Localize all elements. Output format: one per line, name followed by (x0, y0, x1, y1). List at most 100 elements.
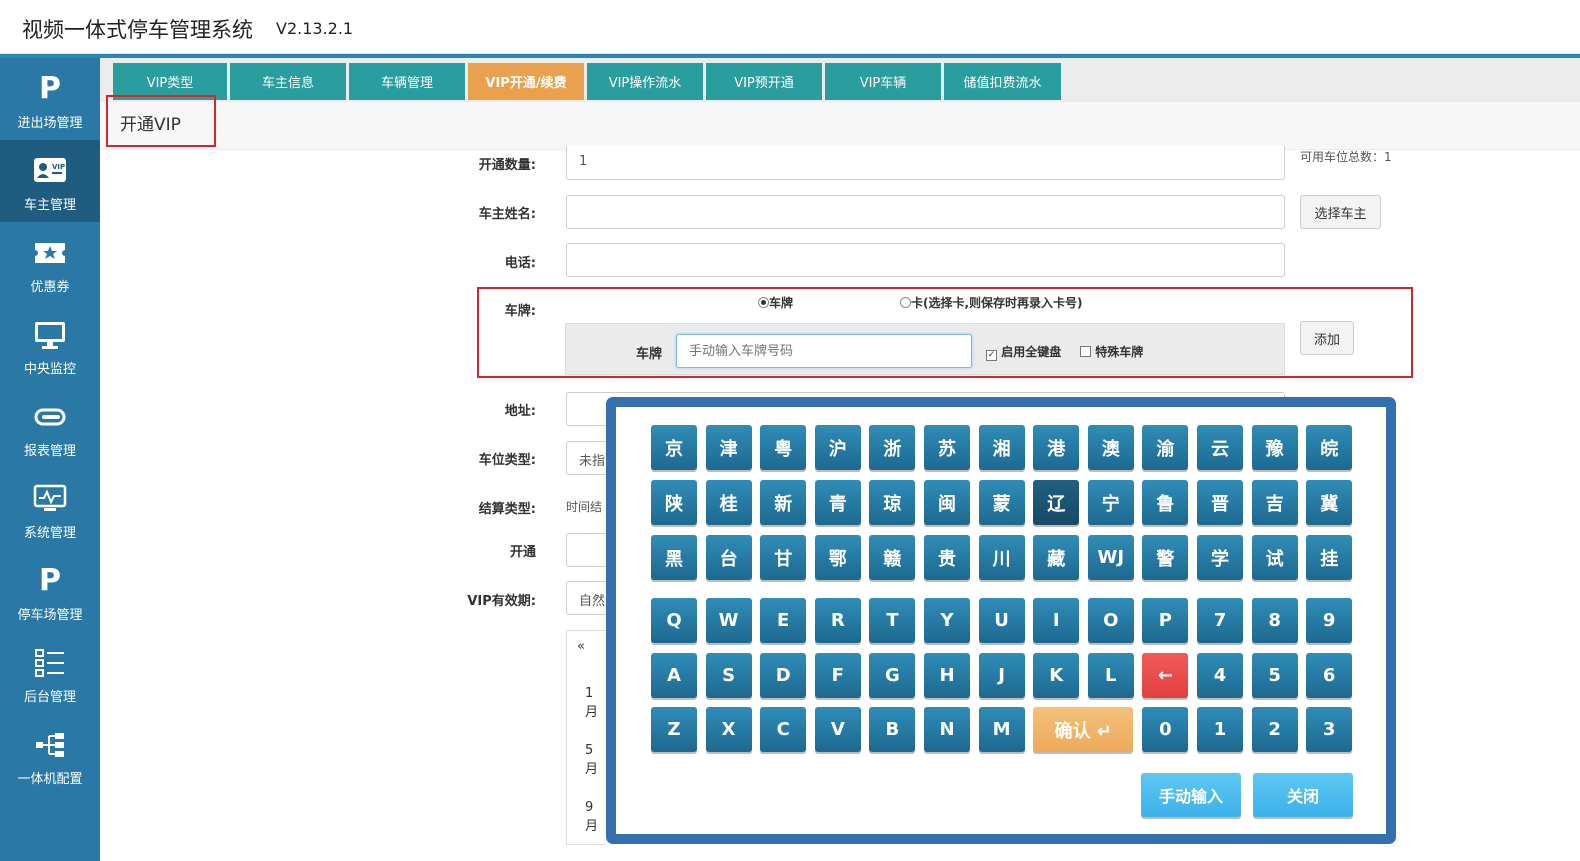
province-key[interactable]: 挂 (1306, 535, 1353, 580)
letter-key[interactable]: W (705, 598, 752, 643)
manual-input-button[interactable]: 手动输入 (1141, 773, 1241, 817)
province-key[interactable]: 试 (1251, 535, 1298, 580)
province-key[interactable]: 甘 (760, 535, 807, 580)
province-key[interactable]: 澳 (1087, 425, 1134, 470)
province-key[interactable]: 贵 (924, 535, 970, 580)
sidebar-item-backend[interactable]: 后台管理 (0, 632, 100, 714)
sidebar-item-parking-lot[interactable]: P 停车场管理 (0, 550, 100, 632)
calendar-month[interactable]: 9月 (585, 800, 606, 834)
province-key[interactable]: 皖 (1306, 425, 1353, 470)
number-key[interactable]: 3 (1306, 707, 1353, 752)
letter-key[interactable]: X (705, 707, 752, 752)
province-key[interactable]: 辽 (1033, 480, 1080, 525)
province-key[interactable]: 豫 (1251, 425, 1298, 470)
add-plate-button[interactable]: 添加 (1300, 321, 1354, 355)
tab-vehicle-management[interactable]: 车辆管理 (349, 63, 465, 100)
letter-key[interactable]: 8 (1251, 598, 1298, 643)
owner-name-input[interactable] (566, 195, 1285, 229)
sidebar-item-device-config[interactable]: 一体机配置 (0, 714, 100, 796)
special-plate-checkbox[interactable]: 特殊车牌 (1080, 343, 1143, 360)
backspace-key[interactable]: ← (1142, 653, 1189, 698)
calendar-prev-button[interactable]: « (577, 639, 585, 654)
sidebar-item-monitor[interactable]: 中央监控 (0, 304, 100, 386)
province-key[interactable]: 青 (814, 480, 861, 525)
quantity-input[interactable]: 1 (566, 146, 1285, 180)
province-key[interactable]: 云 (1197, 425, 1243, 470)
number-key[interactable]: 1 (1197, 707, 1243, 752)
letter-key[interactable]: M (978, 707, 1025, 752)
full-keyboard-checkbox[interactable]: ✓ 启用全键盘 (986, 343, 1061, 361)
choose-owner-button[interactable]: 选择车主 (1300, 195, 1381, 229)
sidebar-item-report[interactable]: 报表管理 (0, 386, 100, 468)
province-key[interactable]: 港 (1033, 425, 1080, 470)
province-key[interactable]: 苏 (924, 425, 970, 470)
letter-key[interactable]: H (924, 653, 970, 698)
province-key[interactable]: 闽 (924, 480, 970, 525)
letter-key[interactable]: J (978, 653, 1025, 698)
province-key[interactable]: 鲁 (1142, 480, 1189, 525)
letter-key[interactable]: V (814, 707, 861, 752)
tab-vip-vehicles[interactable]: VIP车辆 (825, 63, 941, 100)
letter-key[interactable]: O (1087, 598, 1134, 643)
letter-key[interactable]: E (760, 598, 807, 643)
letter-key[interactable]: F (814, 653, 861, 698)
close-keyboard-button[interactable]: 关闭 (1253, 773, 1353, 817)
province-key[interactable]: 黑 (651, 535, 697, 580)
card-radio-option[interactable]: 卡(选择卡,则保存时再录入卡号) (900, 294, 1083, 311)
sidebar-item-entry-exit[interactable]: P 进出场管理 (0, 58, 100, 140)
province-key[interactable]: 渝 (1142, 425, 1189, 470)
plate-radio-option[interactable]: 车牌 (758, 294, 793, 311)
letter-key[interactable]: D (760, 653, 807, 698)
province-key[interactable]: 湘 (978, 425, 1025, 470)
province-key[interactable]: WJ (1087, 535, 1134, 580)
province-key[interactable]: 津 (705, 425, 752, 470)
province-key[interactable]: 桂 (705, 480, 752, 525)
province-key[interactable]: 新 (760, 480, 807, 525)
province-key[interactable]: 台 (705, 535, 752, 580)
province-key[interactable]: 宁 (1087, 480, 1134, 525)
province-key[interactable]: 沪 (814, 425, 861, 470)
letter-key[interactable]: T (869, 598, 916, 643)
letter-key[interactable]: N (924, 707, 970, 752)
province-key[interactable]: 鄂 (814, 535, 861, 580)
letter-key[interactable]: B (869, 707, 916, 752)
calendar-month[interactable]: 5月 (585, 743, 606, 777)
letter-key[interactable]: R (814, 598, 861, 643)
letter-key[interactable]: P (1142, 598, 1189, 643)
tab-stored-value-log[interactable]: 储值扣费流水 (944, 63, 1061, 100)
province-key[interactable]: 琼 (869, 480, 916, 525)
tab-owner-info[interactable]: 车主信息 (230, 63, 346, 100)
letter-key[interactable]: C (760, 707, 807, 752)
province-key[interactable]: 藏 (1033, 535, 1080, 580)
tab-vip-pre-open[interactable]: VIP预开通 (706, 63, 822, 100)
province-key[interactable]: 蒙 (978, 480, 1025, 525)
sidebar-item-coupon[interactable]: 优惠券 (0, 222, 100, 304)
province-key[interactable]: 吉 (1251, 480, 1298, 525)
sidebar-item-owner[interactable]: VIP 车主管理 (0, 140, 100, 222)
province-key[interactable]: 警 (1142, 535, 1189, 580)
province-key[interactable]: 学 (1197, 535, 1243, 580)
province-key[interactable]: 浙 (869, 425, 916, 470)
province-key[interactable]: 川 (978, 535, 1025, 580)
tab-vip-open-renew[interactable]: VIP开通/续费 (468, 63, 584, 100)
plate-number-input[interactable] (676, 334, 972, 368)
letter-key[interactable]: 9 (1306, 598, 1353, 643)
province-key[interactable]: 京 (651, 425, 697, 470)
letter-key[interactable]: L (1087, 653, 1134, 698)
number-key[interactable]: 0 (1142, 707, 1189, 752)
letter-key[interactable]: Z (651, 707, 697, 752)
calendar-month[interactable]: 1月 (585, 686, 606, 720)
letter-key[interactable]: S (705, 653, 752, 698)
letter-key[interactable]: K (1033, 653, 1080, 698)
province-key[interactable]: 晋 (1197, 480, 1243, 525)
letter-key[interactable]: 5 (1251, 653, 1298, 698)
letter-key[interactable]: I (1033, 598, 1080, 643)
province-key[interactable]: 赣 (869, 535, 916, 580)
confirm-key[interactable]: 确认 ↵ (1033, 707, 1134, 752)
sidebar-item-system[interactable]: 系统管理 (0, 468, 100, 550)
province-key[interactable]: 冀 (1306, 480, 1353, 525)
letter-key[interactable]: Y (924, 598, 970, 643)
letter-key[interactable]: 6 (1306, 653, 1353, 698)
letter-key[interactable]: G (869, 653, 916, 698)
letter-key[interactable]: 4 (1197, 653, 1243, 698)
